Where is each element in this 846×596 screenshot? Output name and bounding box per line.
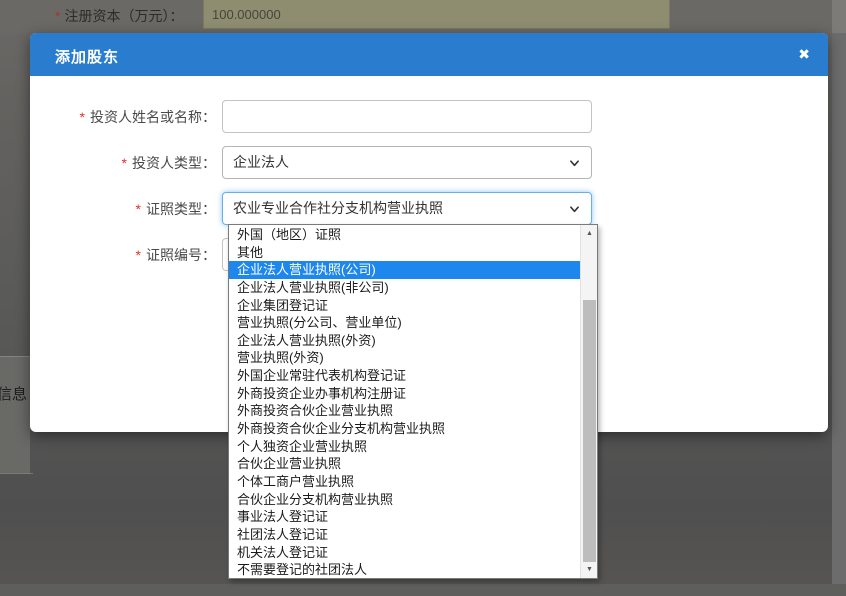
- background-section-heading: 信息: [0, 383, 30, 404]
- background-panel-edge: [0, 357, 30, 473]
- registered-capital-input[interactable]: 100.000000: [203, 0, 670, 29]
- dropdown-option[interactable]: 营业执照(外资): [229, 349, 580, 367]
- scrollbar-thumb[interactable]: [583, 300, 596, 562]
- background-form-strip: *注册资本（万元）： 100.000000: [0, 0, 846, 33]
- investor-type-value: 企业法人: [233, 154, 289, 170]
- license-type-row: * 证照类型： 农业专业合作社分支机构营业执照: [30, 192, 828, 225]
- required-asterisk: *: [122, 155, 127, 171]
- investor-name-row: * 投资人姓名或名称：: [30, 100, 828, 133]
- page-scrollbar[interactable]: [832, 0, 846, 596]
- modal-title: 添加股东: [55, 46, 119, 67]
- dropdown-option[interactable]: 事业法人登记证: [229, 508, 580, 526]
- required-asterisk: *: [136, 247, 141, 263]
- license-number-label: * 证照编号：: [30, 245, 222, 265]
- scroll-up-icon[interactable]: ▲: [581, 225, 598, 242]
- license-type-select[interactable]: 农业专业合作社分支机构营业执照: [222, 192, 592, 225]
- dropdown-option[interactable]: 营业执照(分公司、营业单位): [229, 314, 580, 332]
- modal-header: 添加股东 ✖: [30, 33, 828, 76]
- license-type-value: 农业专业合作社分支机构营业执照: [233, 200, 443, 216]
- dropdown-option[interactable]: 个体工商户营业执照: [229, 473, 580, 491]
- background-divider: [0, 473, 33, 474]
- dropdown-option[interactable]: 合伙企业分支机构营业执照: [229, 491, 580, 509]
- license-type-label-text: 证照类型：: [146, 201, 216, 217]
- dropdown-option[interactable]: 外商投资合伙企业营业执照: [229, 402, 580, 420]
- required-asterisk: *: [80, 109, 85, 125]
- registered-capital-label-text: 注册资本（万元）：: [64, 8, 183, 24]
- dropdown-option[interactable]: 外国企业常驻代表机构登记证: [229, 367, 580, 385]
- registered-capital-label: *注册资本（万元）：: [55, 6, 183, 26]
- dropdown-option[interactable]: 不需要登记的社团法人: [229, 561, 580, 578]
- dropdown-option[interactable]: 外商投资合伙企业分支机构营业执照: [229, 420, 580, 438]
- chevron-down-icon: [570, 159, 579, 168]
- investor-type-label-text: 投资人类型：: [132, 155, 216, 171]
- close-icon[interactable]: ✖: [798, 45, 810, 63]
- dropdown-option[interactable]: 个人独资企业营业执照: [229, 438, 580, 456]
- dropdown-option[interactable]: 外国（地区）证照: [229, 226, 580, 244]
- background-divider: [0, 356, 30, 357]
- license-type-dropdown: 外国（地区）证照其他企业法人营业执照(公司)企业法人营业执照(非公司)企业集团登…: [228, 224, 598, 579]
- license-type-label: * 证照类型：: [30, 199, 222, 219]
- dropdown-option[interactable]: 外商投资企业办事机构注册证: [229, 385, 580, 403]
- dropdown-option[interactable]: 企业法人营业执照(非公司): [229, 279, 580, 297]
- dropdown-options-list: 外国（地区）证照其他企业法人营业执照(公司)企业法人营业执照(非公司)企业集团登…: [229, 226, 580, 578]
- investor-type-label: * 投资人类型：: [30, 153, 222, 173]
- dropdown-option[interactable]: 企业集团登记证: [229, 297, 580, 315]
- investor-name-label-text: 投资人姓名或名称：: [90, 109, 216, 125]
- required-asterisk: *: [55, 8, 60, 24]
- dropdown-option[interactable]: 其他: [229, 244, 580, 262]
- investor-name-label: * 投资人姓名或名称：: [30, 107, 222, 127]
- dropdown-option[interactable]: 企业法人营业执照(公司): [229, 261, 580, 279]
- background-footer-strip: [0, 584, 846, 596]
- investor-type-select[interactable]: 企业法人: [222, 146, 592, 179]
- investor-type-row: * 投资人类型： 企业法人: [30, 146, 828, 179]
- dropdown-option[interactable]: 机关法人登记证: [229, 544, 580, 562]
- dropdown-option[interactable]: 社团法人登记证: [229, 526, 580, 544]
- dropdown-option[interactable]: 企业法人营业执照(外资): [229, 332, 580, 350]
- dropdown-scrollbar[interactable]: ▲ ▼: [580, 225, 597, 578]
- chevron-down-icon: [570, 205, 579, 214]
- license-number-label-text: 证照编号：: [146, 247, 216, 263]
- dropdown-option[interactable]: 合伙企业营业执照: [229, 455, 580, 473]
- required-asterisk: *: [136, 201, 141, 217]
- page-scrollbar-top[interactable]: [832, 0, 846, 33]
- investor-name-input[interactable]: [222, 100, 592, 133]
- scroll-down-icon[interactable]: ▼: [581, 561, 598, 578]
